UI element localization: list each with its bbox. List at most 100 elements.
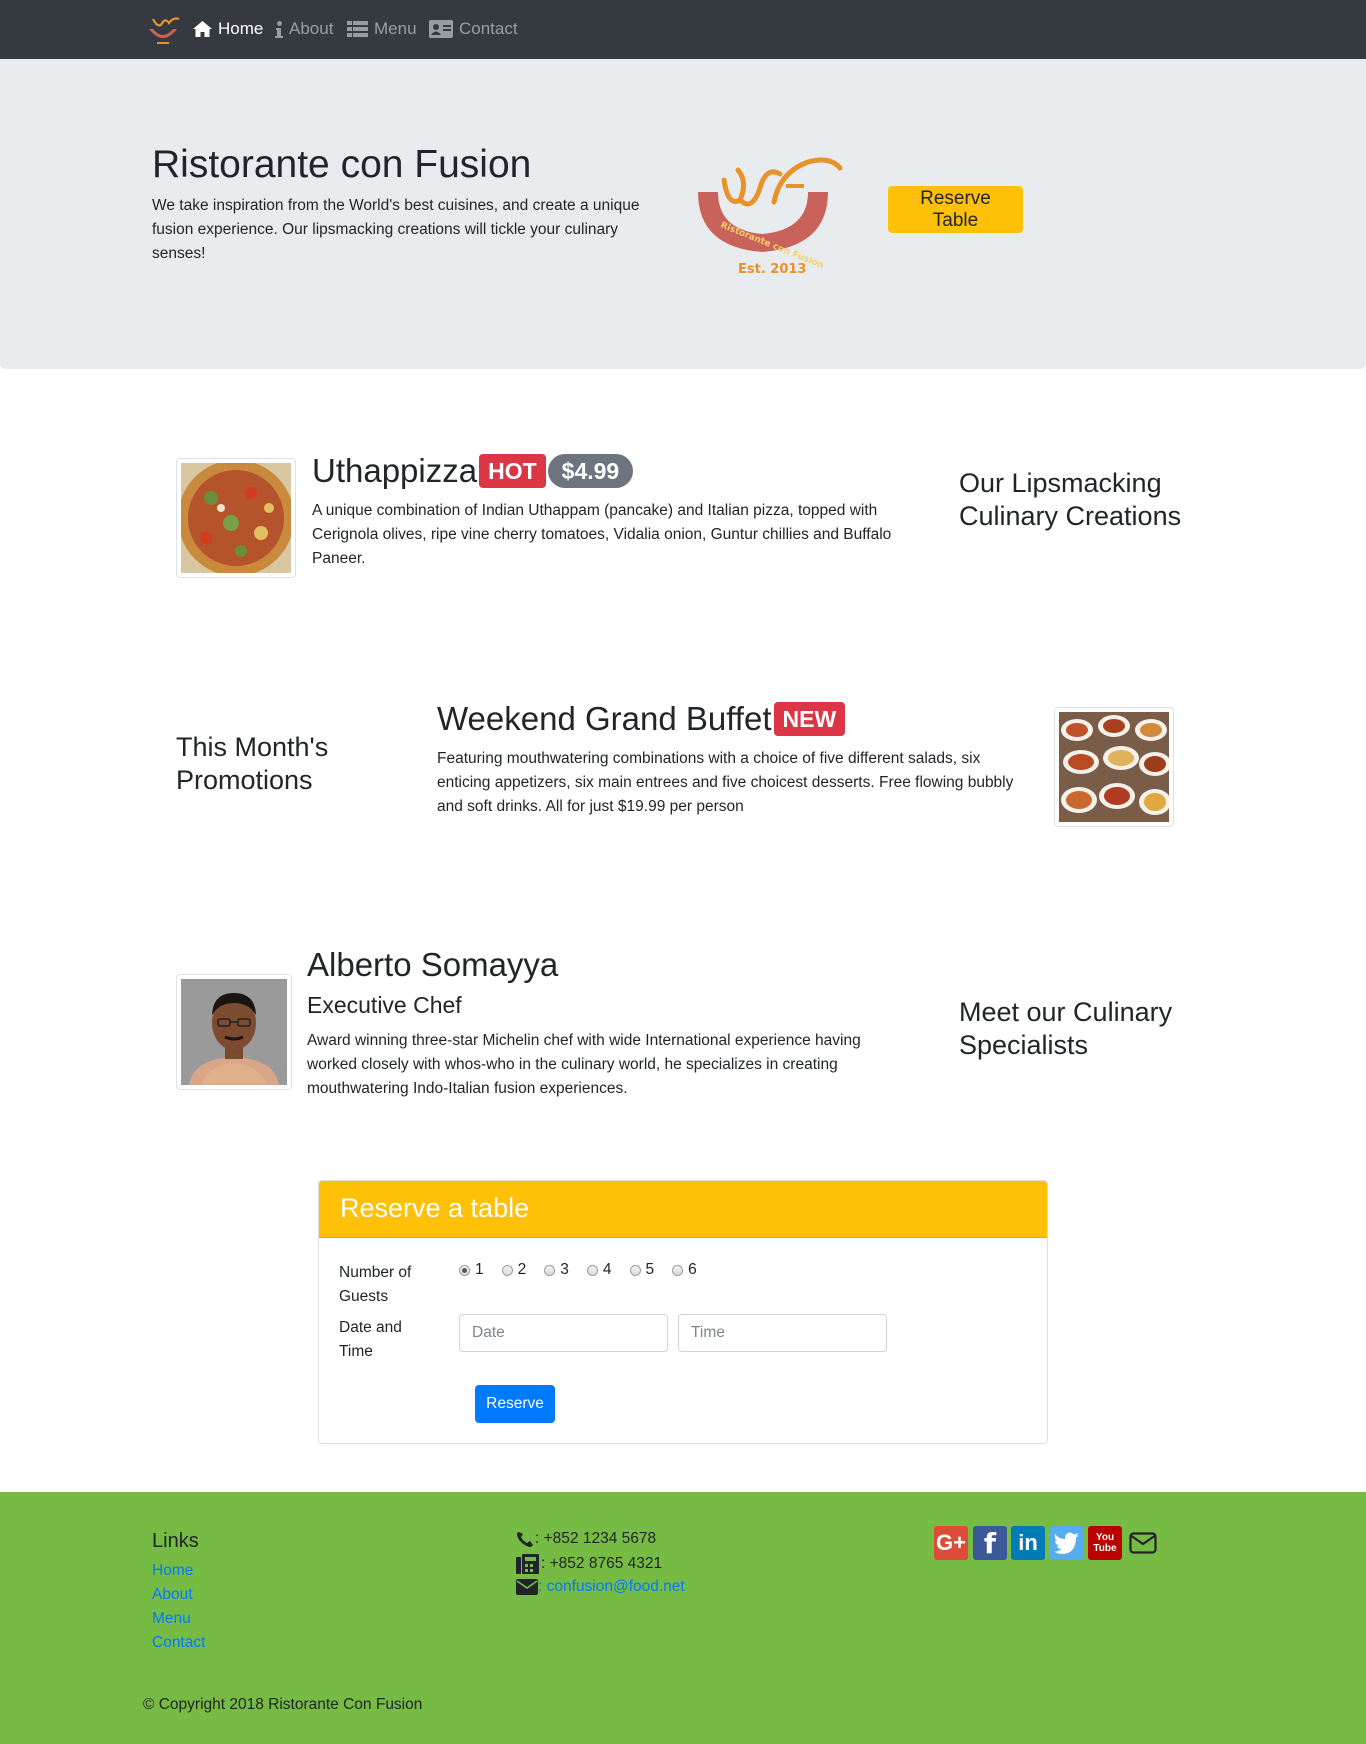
- facebook-icon[interactable]: f: [973, 1526, 1007, 1560]
- promotion-name: Weekend Grand Buffet: [437, 700, 772, 737]
- promotion-thumbnail: [1054, 707, 1174, 827]
- guests-option-label: 5: [645, 1261, 655, 1278]
- footer-fax: : +852 8765 4321: [516, 1554, 662, 1574]
- date-input[interactable]: [459, 1314, 668, 1352]
- youtube-label: You Tube: [1093, 1532, 1117, 1554]
- dish-side-heading: Our Lipsmacking Culinary Creations: [959, 468, 1182, 531]
- copyright-text: © Copyright 2018 Ristorante Con Fusion: [143, 1696, 423, 1713]
- phone-number: : +852 1234 5678: [535, 1530, 657, 1547]
- footer-link-item: Contact: [152, 1631, 205, 1655]
- dish-price-badge: $4.99: [547, 454, 634, 488]
- dish-heading: Uthappizza HOT $4.99: [312, 452, 634, 490]
- fax-icon: [516, 1554, 539, 1574]
- nav-about[interactable]: About: [275, 19, 333, 39]
- guests-label: Number of Guests: [339, 1264, 412, 1305]
- promotion-side-heading: This Month's Promotions: [176, 732, 329, 795]
- guests-option-label: 2: [517, 1261, 527, 1278]
- buffet-image: [1059, 712, 1169, 822]
- chef-photo: [181, 979, 287, 1085]
- promotion-new-badge: NEW: [773, 702, 846, 736]
- linkedin-label: in: [1018, 1530, 1038, 1555]
- dish-name: Uthappizza: [312, 452, 478, 489]
- brand-logo[interactable]: [143, 13, 183, 47]
- guests-option-4[interactable]: 4: [586, 1261, 612, 1279]
- nav-menu-label: Menu: [374, 19, 417, 38]
- footer-link-item: Home: [152, 1559, 205, 1583]
- leader-description: Award winning three-star Michelin chef w…: [307, 1032, 861, 1097]
- restaurant-logo: Ristorante con Fusion Est. 2013: [698, 157, 843, 277]
- radio-button[interactable]: [629, 1264, 641, 1276]
- email-link[interactable]: confusion@food.net: [547, 1578, 685, 1596]
- footer-links-heading: Links: [152, 1530, 199, 1552]
- pizza-image: [181, 463, 291, 573]
- reserve-card-header: Reserve a table: [319, 1181, 1047, 1238]
- footer-phone: : +852 1234 5678: [516, 1530, 656, 1548]
- guests-option-label: 6: [688, 1261, 697, 1278]
- info-icon: [275, 20, 283, 38]
- guests-option-1[interactable]: 1: [459, 1261, 484, 1279]
- reserve-table-button[interactable]: Reserve Table: [888, 186, 1023, 233]
- radio-button[interactable]: [672, 1264, 684, 1276]
- youtube-icon[interactable]: You Tube: [1088, 1526, 1122, 1560]
- footer: Links Home About Menu Contact : +852 123…: [0, 1492, 1366, 1744]
- navbar: Home About Menu Contact: [0, 0, 1366, 59]
- promotion-description: Featuring mouthwatering combinations wit…: [437, 750, 1014, 815]
- radio-button[interactable]: [501, 1264, 513, 1276]
- nav-about-label: About: [289, 19, 334, 38]
- dish-description: A unique combination of Indian Uthappam …: [312, 502, 892, 567]
- dish-thumbnail: [176, 458, 296, 578]
- guests-option-label: 4: [602, 1261, 612, 1278]
- guests-option-label: 1: [475, 1261, 484, 1278]
- guests-radio-group: 1 2 3 4 5 6: [459, 1261, 697, 1279]
- footer-link-item: About: [152, 1583, 205, 1607]
- mail-icon: [1129, 1532, 1157, 1554]
- reserve-card: Reserve a table Number of Guests 1 2 3 4…: [318, 1180, 1048, 1444]
- nav-contact[interactable]: Contact: [429, 19, 518, 39]
- restaurant-intro: We take inspiration from the World's bes…: [152, 197, 640, 262]
- time-input[interactable]: [678, 1314, 887, 1352]
- nav-home[interactable]: Home: [193, 19, 263, 39]
- guests-option-5[interactable]: 5: [629, 1261, 655, 1279]
- fax-number: : +852 8765 4321: [541, 1555, 663, 1572]
- guests-option-3[interactable]: 3: [544, 1261, 569, 1279]
- google-plus-label: G+: [936, 1530, 966, 1555]
- footer-link-about[interactable]: About: [152, 1586, 193, 1603]
- guests-option-2[interactable]: 2: [501, 1261, 527, 1279]
- promotion-heading: Weekend Grand Buffet NEW: [437, 700, 846, 738]
- home-icon: [193, 21, 212, 37]
- jumbotron: Ristorante con Fusion We take inspiratio…: [0, 59, 1366, 369]
- restaurant-title: Ristorante con Fusion: [152, 143, 532, 186]
- address-card-icon: [429, 20, 453, 38]
- footer-email: : confusion@food.net: [516, 1578, 685, 1596]
- footer-link-menu[interactable]: Menu: [152, 1610, 191, 1627]
- envelope-outline-icon[interactable]: [1126, 1526, 1160, 1560]
- envelope-icon: [516, 1579, 538, 1595]
- radio-button[interactable]: [459, 1264, 470, 1276]
- facebook-label: f: [983, 1526, 997, 1560]
- dish-hot-badge: HOT: [479, 454, 546, 488]
- logo-est-text: Est. 2013: [738, 262, 806, 277]
- nav-contact-label: Contact: [459, 19, 518, 38]
- twitter-bird-icon: [1054, 1532, 1079, 1554]
- radio-button[interactable]: [586, 1264, 598, 1276]
- footer-link-home[interactable]: Home: [152, 1562, 193, 1579]
- list-icon: [347, 21, 368, 37]
- phone-icon: [517, 1531, 533, 1547]
- footer-link-contact[interactable]: Contact: [152, 1634, 205, 1651]
- leader-thumbnail: [176, 974, 292, 1090]
- radio-button[interactable]: [544, 1264, 556, 1276]
- nav-home-label: Home: [218, 19, 264, 38]
- nav-menu[interactable]: Menu: [347, 19, 417, 39]
- leader-name: Alberto Somayya: [307, 946, 559, 983]
- guests-option-label: 3: [560, 1261, 569, 1278]
- email-prefix: :: [538, 1578, 547, 1595]
- footer-links: Home About Menu Contact: [152, 1559, 205, 1655]
- twitter-icon[interactable]: [1050, 1526, 1084, 1560]
- google-plus-icon[interactable]: G+: [934, 1526, 968, 1560]
- footer-link-item: Menu: [152, 1607, 205, 1631]
- leader-designation: Executive Chef: [307, 992, 462, 1018]
- linkedin-icon[interactable]: in: [1011, 1526, 1045, 1560]
- guests-option-6[interactable]: 6: [672, 1261, 697, 1279]
- datetime-label: Date and Time: [339, 1319, 402, 1360]
- reserve-submit-button[interactable]: Reserve: [475, 1385, 555, 1423]
